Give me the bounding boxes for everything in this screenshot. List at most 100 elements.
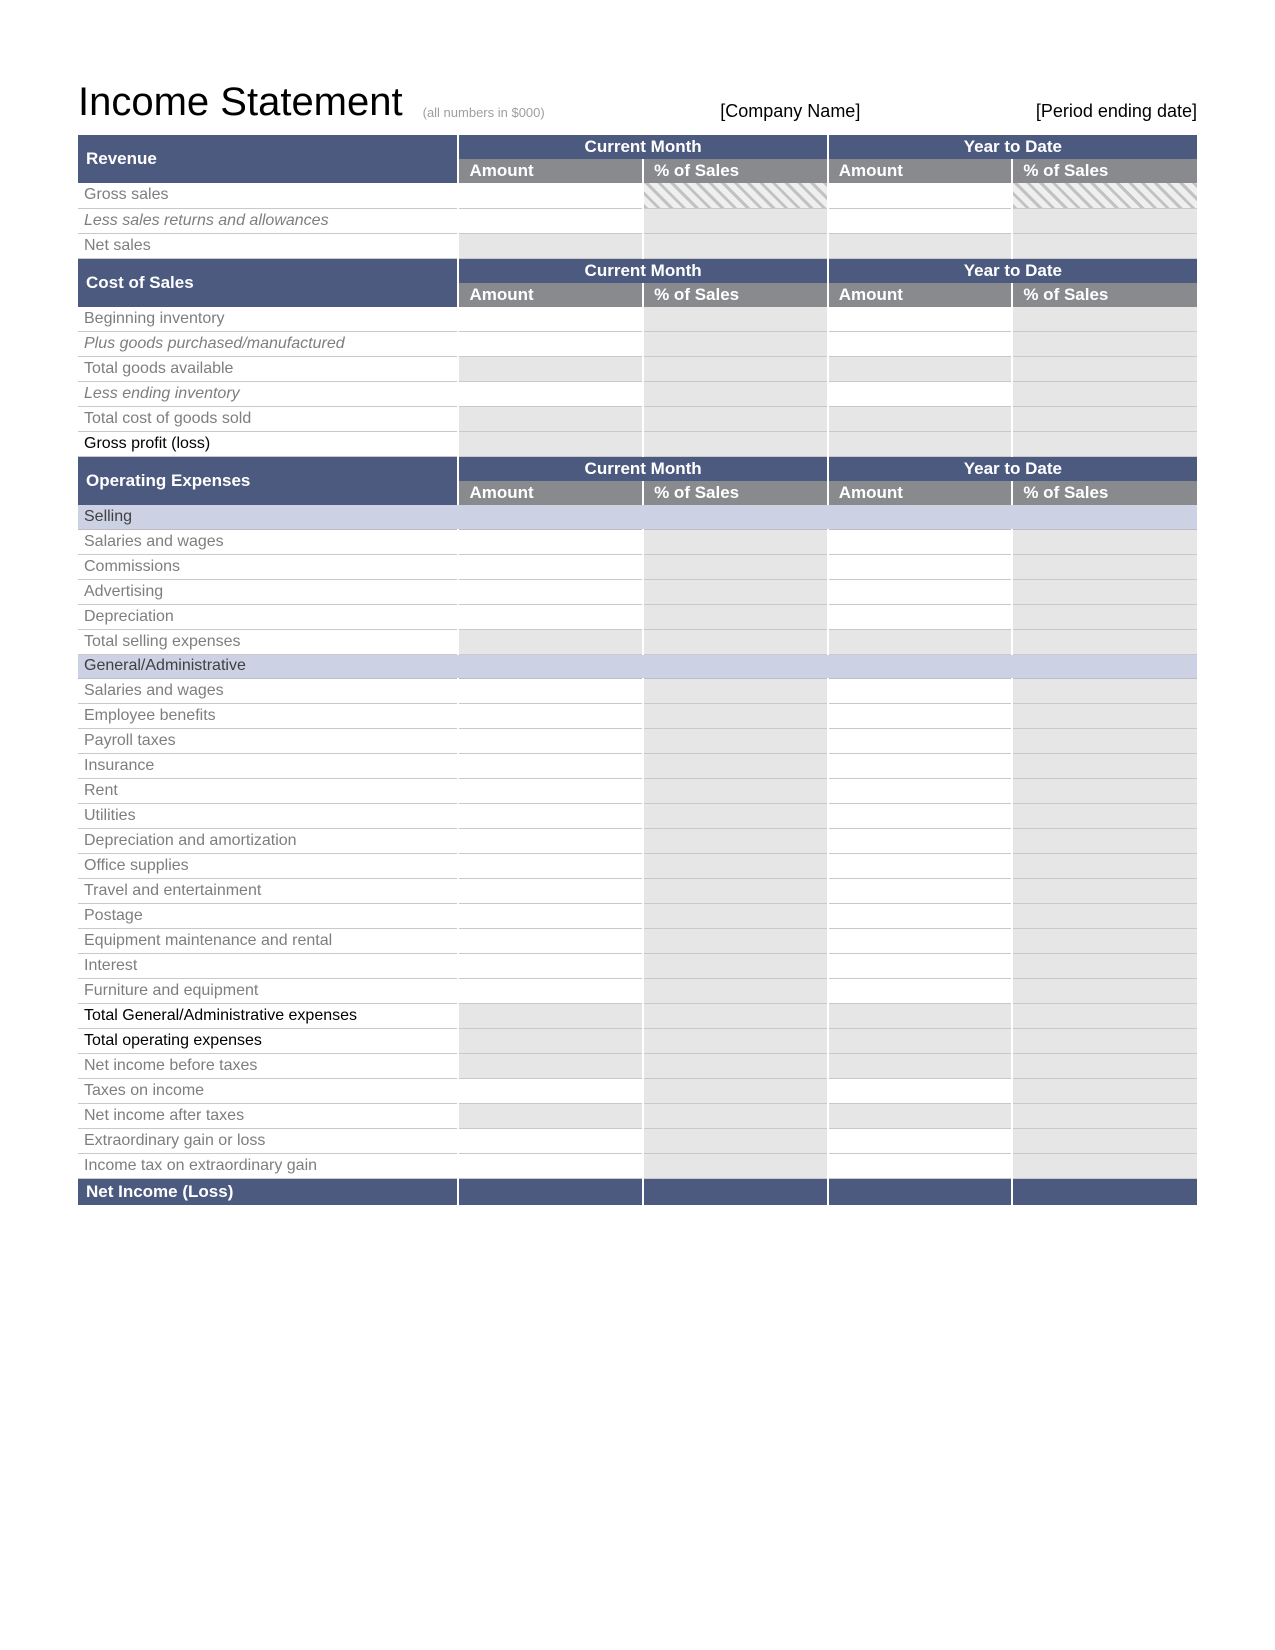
row-ga-payroll: Payroll taxes <box>78 728 1197 753</box>
row-ni-after-tax: Net income after taxes <box>78 1103 1197 1128</box>
cell-pct-cm <box>643 678 828 703</box>
cell-pct-cm <box>643 878 828 903</box>
row-plus-goods: Plus goods purchased/manufactured <box>78 332 1197 357</box>
cell-pct-ytd <box>1012 382 1197 407</box>
period-header-current: Current Month <box>458 258 827 283</box>
cell-pct-ytd <box>1012 878 1197 903</box>
row-ga-equip: Equipment maintenance and rental <box>78 928 1197 953</box>
row-ga-salaries: Salaries and wages <box>78 678 1197 703</box>
cell-amount-cm[interactable] <box>458 903 643 928</box>
label: Less sales returns and allowances <box>78 208 458 233</box>
cell-amount-cm[interactable] <box>458 208 643 233</box>
cell-pct-ytd <box>1012 529 1197 554</box>
cell-amount-cm[interactable] <box>458 803 643 828</box>
cell-amount-cm <box>458 1178 643 1205</box>
cell-amount-cm[interactable] <box>458 778 643 803</box>
cell-amount-ytd[interactable] <box>828 978 1013 1003</box>
cell-pct-ytd <box>1012 978 1197 1003</box>
col-amount: Amount <box>458 159 643 183</box>
cell-amount-ytd[interactable] <box>828 208 1013 233</box>
cell-amount-cm[interactable] <box>458 703 643 728</box>
label: Gross profit (loss) <box>78 432 458 457</box>
col-amount-ytd: Amount <box>828 283 1013 307</box>
cell-amount-cm[interactable] <box>458 953 643 978</box>
cell-amount-cm[interactable] <box>458 382 643 407</box>
cell-amount-cm[interactable] <box>458 529 643 554</box>
row-ga-travel: Travel and entertainment <box>78 878 1197 903</box>
cell-amount-cm[interactable] <box>458 753 643 778</box>
cell-pct-cm <box>643 753 828 778</box>
cell-pct-ytd <box>1012 1078 1197 1103</box>
section-header-revenue: Revenue Current Month Year to Date <box>78 135 1197 159</box>
cell-amount-ytd[interactable] <box>828 307 1013 332</box>
label: Furniture and equipment <box>78 978 458 1003</box>
cell-amount-ytd[interactable] <box>828 678 1013 703</box>
cell-amount-cm[interactable] <box>458 978 643 1003</box>
label: Advertising <box>78 579 458 604</box>
cell-pct-cm <box>643 1053 828 1078</box>
company-name[interactable]: [Company Name] <box>720 101 860 122</box>
cell-amount-ytd[interactable] <box>828 753 1013 778</box>
cell-amount-ytd[interactable] <box>828 803 1013 828</box>
cell-amount-cm[interactable] <box>458 554 643 579</box>
cell-amount-ytd[interactable] <box>828 778 1013 803</box>
label: Extraordinary gain or loss <box>78 1128 458 1153</box>
label: Utilities <box>78 803 458 828</box>
cell-amount-ytd[interactable] <box>828 1153 1013 1178</box>
cell-amount-ytd[interactable] <box>828 1128 1013 1153</box>
cell-amount-ytd[interactable] <box>828 604 1013 629</box>
cell-amount-ytd[interactable] <box>828 579 1013 604</box>
label: Equipment maintenance and rental <box>78 928 458 953</box>
row-ga-insurance: Insurance <box>78 753 1197 778</box>
cell-amount-ytd[interactable] <box>828 529 1013 554</box>
label: Interest <box>78 953 458 978</box>
label: Postage <box>78 903 458 928</box>
cell-amount-ytd[interactable] <box>828 903 1013 928</box>
subsection-general-admin: General/Administrative <box>78 654 1197 678</box>
cell-amount-cm[interactable] <box>458 678 643 703</box>
cell-amount-cm[interactable] <box>458 878 643 903</box>
label: Office supplies <box>78 853 458 878</box>
cell-amount-cm[interactable] <box>458 579 643 604</box>
cell-amount-cm <box>458 357 643 382</box>
cell-amount-cm[interactable] <box>458 1128 643 1153</box>
cell-amount-cm[interactable] <box>458 1153 643 1178</box>
cell-amount-ytd[interactable] <box>828 703 1013 728</box>
cell-amount-cm[interactable] <box>458 1078 643 1103</box>
section-header-opex: Operating Expenses Current Month Year to… <box>78 457 1197 482</box>
cell-pct-ytd <box>1012 828 1197 853</box>
cell-pct-ytd <box>1012 208 1197 233</box>
cell-amount-cm[interactable] <box>458 728 643 753</box>
cell-amount-ytd <box>828 1053 1013 1078</box>
cell-pct-ytd <box>1012 1003 1197 1028</box>
cell-amount-ytd[interactable] <box>828 828 1013 853</box>
cell-amount-cm[interactable] <box>458 183 643 208</box>
cell-amount-cm[interactable] <box>458 853 643 878</box>
cell-amount-ytd[interactable] <box>828 928 1013 953</box>
cell-amount-ytd[interactable] <box>828 332 1013 357</box>
cell-amount-cm[interactable] <box>458 332 643 357</box>
cell-pct-cm <box>643 382 828 407</box>
row-ga-dep-amort: Depreciation and amortization <box>78 828 1197 853</box>
subsection-selling: Selling <box>78 505 1197 529</box>
cell-amount-cm <box>458 233 643 258</box>
cell-amount-cm[interactable] <box>458 828 643 853</box>
cell-amount-ytd[interactable] <box>828 1078 1013 1103</box>
cell-amount-ytd[interactable] <box>828 853 1013 878</box>
row-gross-profit: Gross profit (loss) <box>78 432 1197 457</box>
cell-pct-cm <box>643 828 828 853</box>
cell-amount-cm[interactable] <box>458 604 643 629</box>
cell-pct-ytd <box>1012 803 1197 828</box>
cell-amount-ytd[interactable] <box>828 953 1013 978</box>
cell-amount-cm[interactable] <box>458 928 643 953</box>
cell-amount-ytd[interactable] <box>828 728 1013 753</box>
cell-amount-ytd[interactable] <box>828 382 1013 407</box>
label: Income tax on extraordinary gain <box>78 1153 458 1178</box>
cell-pct-ytd <box>1012 1178 1197 1205</box>
cell-amount-cm[interactable] <box>458 307 643 332</box>
cell-amount-ytd[interactable] <box>828 878 1013 903</box>
row-sell-depreciation: Depreciation <box>78 604 1197 629</box>
cell-amount-ytd[interactable] <box>828 554 1013 579</box>
cell-amount-ytd[interactable] <box>828 183 1013 208</box>
period-ending[interactable]: [Period ending date] <box>1036 101 1197 122</box>
